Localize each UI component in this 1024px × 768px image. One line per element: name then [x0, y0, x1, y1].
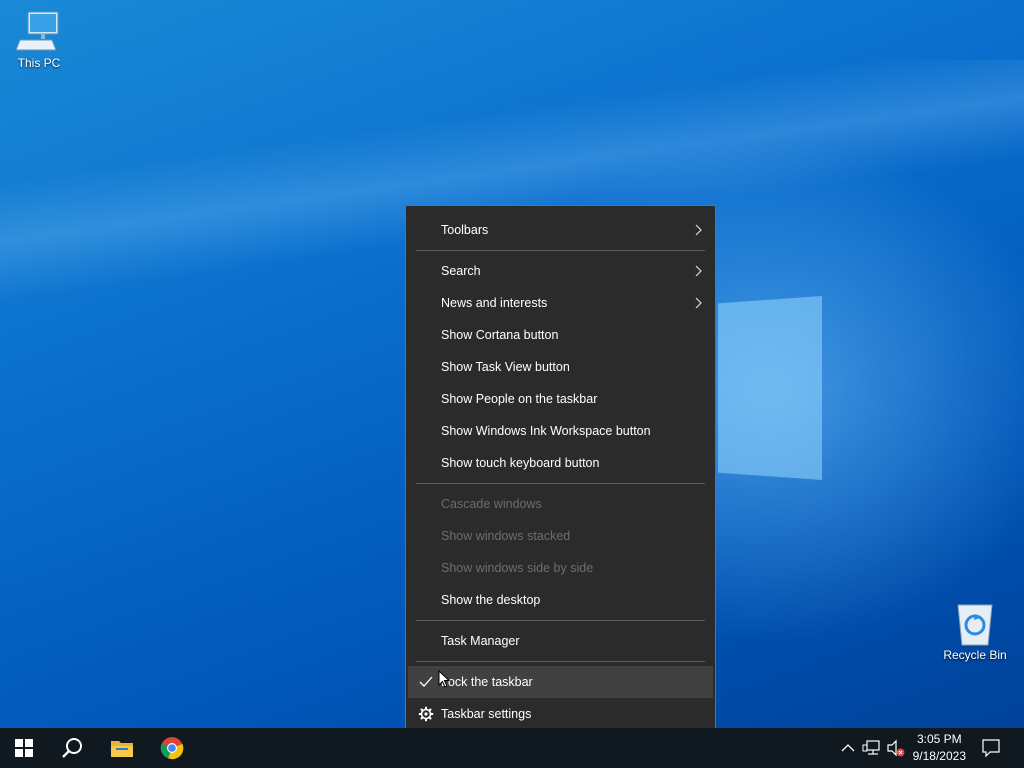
- clock-time: 3:05 PM: [916, 732, 962, 746]
- menu-item-show-touch-keyboard[interactable]: Show touch keyboard button: [408, 447, 713, 479]
- system-clock[interactable]: 3:05 PM 9/18/2023: [913, 731, 966, 765]
- menu-item-show-cortana-button[interactable]: Show Cortana button: [408, 319, 713, 351]
- desktop-icon-recycle-bin[interactable]: Recycle Bin: [940, 602, 1010, 662]
- menu-item-label: Search: [441, 264, 481, 278]
- action-center-button[interactable]: [970, 728, 1012, 768]
- search-button[interactable]: [48, 728, 96, 768]
- menu-item-label: Show windows stacked: [441, 529, 571, 543]
- menu-item-lock-the-taskbar[interactable]: Lock the taskbar: [408, 666, 713, 698]
- menu-item-news-and-interests[interactable]: News and interests: [408, 287, 713, 319]
- search-icon: [62, 738, 82, 758]
- menu-item-show-windows-side-by-side: Show windows side by side: [408, 552, 713, 584]
- menu-item-label: News and interests: [441, 296, 548, 310]
- menu-item-show-people[interactable]: Show People on the taskbar: [408, 383, 713, 415]
- computer-icon: [15, 10, 62, 54]
- taskbar: 3:05 PM 9/18/2023: [0, 728, 1024, 768]
- menu-separator: [416, 620, 705, 621]
- menu-item-label: Show windows side by side: [441, 561, 594, 575]
- menu-item-cascade-windows: Cascade windows: [408, 488, 713, 520]
- menu-item-label: Show touch keyboard button: [441, 456, 600, 470]
- menu-item-show-windows-ink[interactable]: Show Windows Ink Workspace button: [408, 415, 713, 447]
- desktop-icon-label: Recycle Bin: [943, 648, 1007, 662]
- gear-icon: [418, 706, 434, 722]
- chrome-button[interactable]: [148, 728, 196, 768]
- menu-item-label: Taskbar settings: [441, 707, 532, 721]
- volume-muted-icon[interactable]: [886, 738, 906, 758]
- checkmark-icon: [419, 676, 433, 687]
- menu-item-label: Show Cortana button: [441, 328, 559, 342]
- menu-item-label: Show People on the taskbar: [441, 392, 598, 406]
- desktop-icon-label: This PC: [17, 56, 61, 70]
- chevron-right-icon: [695, 224, 702, 236]
- menu-item-show-task-view-button[interactable]: Show Task View button: [408, 351, 713, 383]
- menu-separator: [416, 483, 705, 484]
- start-button[interactable]: [0, 728, 48, 768]
- menu-item-show-the-desktop[interactable]: Show the desktop: [408, 584, 713, 616]
- chevron-right-icon: [695, 297, 702, 309]
- desktop-icon-this-pc[interactable]: This PC: [4, 10, 74, 70]
- menu-item-search[interactable]: Search: [408, 255, 713, 287]
- menu-item-show-windows-stacked: Show windows stacked: [408, 520, 713, 552]
- menu-item-label: Cascade windows: [441, 497, 542, 511]
- chevron-up-icon[interactable]: [838, 738, 858, 758]
- menu-item-label: Task Manager: [441, 634, 520, 648]
- network-icon[interactable]: [862, 738, 882, 758]
- chrome-icon: [160, 737, 184, 760]
- menu-item-label: Toolbars: [441, 223, 489, 237]
- mouse-cursor-icon: [438, 670, 450, 688]
- menu-item-label: Show Windows Ink Workspace button: [441, 424, 651, 438]
- clock-date: 9/18/2023: [912, 749, 966, 763]
- file-explorer-button[interactable]: [98, 728, 146, 768]
- menu-separator: [416, 250, 705, 251]
- file-explorer-icon: [111, 741, 133, 757]
- taskbar-context-menu: Toolbars Search News and interests Show …: [405, 205, 716, 737]
- menu-item-taskbar-settings[interactable]: Taskbar settings: [408, 698, 713, 730]
- menu-item-task-manager[interactable]: Task Manager: [408, 625, 713, 657]
- recycle-bin-icon: [952, 602, 998, 646]
- menu-item-label: Show Task View button: [441, 360, 570, 374]
- menu-item-label: Show the desktop: [441, 593, 541, 607]
- start-icon: [15, 739, 33, 757]
- menu-separator: [416, 661, 705, 662]
- menu-item-label: Lock the taskbar: [441, 675, 533, 689]
- menu-item-toolbars[interactable]: Toolbars: [408, 214, 713, 246]
- chevron-right-icon: [695, 265, 702, 277]
- notification-icon: [982, 739, 1000, 757]
- windows-wallpaper-logo: [700, 288, 824, 482]
